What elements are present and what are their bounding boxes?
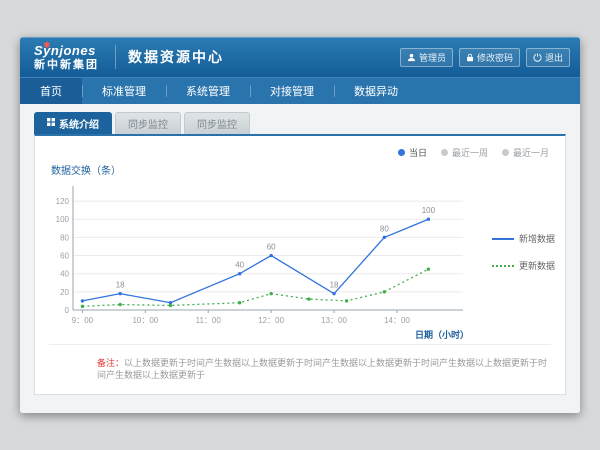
svg-text:60: 60 (60, 252, 69, 261)
range-label: 最近一月 (513, 146, 549, 159)
svg-text:60: 60 (267, 243, 276, 252)
legend-label: 新增数据 (519, 232, 555, 245)
svg-text:18: 18 (116, 281, 125, 290)
page-title: 数据资源中心 (128, 47, 224, 67)
svg-text:日期（小时）: 日期（小时） (415, 329, 469, 340)
svg-text:13：00: 13：00 (321, 316, 347, 325)
svg-text:80: 80 (380, 224, 389, 233)
app-header: ✱ Synjones 新中新集团 数据资源中心 管理员 修改密码 退出 (20, 37, 580, 77)
nav-item-system-mgmt[interactable]: 系统管理 (166, 78, 250, 104)
solid-line-icon (492, 238, 514, 240)
range-label: 最近一周 (452, 146, 488, 159)
y-axis-title: 数据交换（条） (51, 162, 121, 177)
admin-label: 管理员 (419, 51, 446, 64)
svg-text:80: 80 (60, 233, 69, 242)
series-legend: 新增数据 更新数据 (492, 232, 555, 272)
header-divider (115, 45, 116, 69)
change-password-label: 修改密码 (477, 51, 513, 64)
svg-text:20: 20 (60, 288, 69, 297)
note-label: 备注： (97, 358, 124, 368)
content-area: 系统介绍 同步监控 同步监控 当日 最近一周 (20, 104, 580, 413)
logout-button[interactable]: 退出 (526, 48, 570, 67)
range-option-last-month[interactable]: 最近一月 (502, 146, 549, 159)
logo-flower-icon: ✱ (43, 41, 51, 50)
tab-sync-monitor-2[interactable]: 同步监控 (184, 112, 250, 134)
admin-button[interactable]: 管理员 (400, 48, 453, 67)
dotted-line-icon (492, 265, 514, 267)
change-password-button[interactable]: 修改密码 (459, 48, 520, 67)
svg-text:18: 18 (330, 281, 339, 290)
legend-label: 更新数据 (519, 259, 555, 272)
svg-text:40: 40 (235, 261, 244, 270)
tab-sync-monitor-1[interactable]: 同步监控 (115, 112, 181, 134)
radio-dot-gray-icon (502, 149, 509, 156)
footnote: 备注：以上数据更新于时间产生数据以上数据更新于时间产生数据以上数据更新于时间产生… (49, 344, 551, 386)
tab-label: 系统介绍 (59, 116, 99, 131)
svg-text:14：00: 14：00 (384, 316, 410, 325)
desktop-background: ✱ Synjones 新中新集团 数据资源中心 管理员 修改密码 退出 (0, 0, 600, 450)
chart-panel: 当日 最近一周 最近一月 数据交换（条） 0 20 40 60 80 100 120 9：00… (34, 134, 566, 395)
range-legend: 当日 最近一周 最近一月 (398, 146, 549, 159)
svg-text:10：00: 10：00 (132, 316, 158, 325)
legend-new-data[interactable]: 新增数据 (492, 232, 555, 245)
app-window: ✱ Synjones 新中新集团 数据资源中心 管理员 修改密码 退出 (20, 37, 580, 413)
svg-text:120: 120 (56, 197, 70, 206)
radio-dot-gray-icon (441, 149, 448, 156)
svg-text:0: 0 (65, 306, 70, 315)
main-nav: 首页 标准管理 系统管理 对接管理 数据异动 (20, 77, 580, 104)
logo: ✱ Synjones 新中新集团 (30, 44, 103, 71)
range-option-last-week[interactable]: 最近一周 (441, 146, 488, 159)
range-option-today[interactable]: 当日 (398, 146, 427, 159)
lock-icon (466, 53, 474, 62)
header-actions: 管理员 修改密码 退出 (400, 48, 570, 67)
tab-label: 同步监控 (197, 116, 237, 131)
logout-icon (533, 53, 542, 62)
nav-item-home[interactable]: 首页 (20, 78, 82, 104)
svg-text:12：00: 12：00 (258, 316, 284, 325)
radio-dot-blue-icon (398, 149, 405, 156)
svg-text:9：00: 9：00 (72, 316, 94, 325)
svg-text:100: 100 (422, 206, 436, 215)
note-text: 以上数据更新于时间产生数据以上数据更新于时间产生数据以上数据更新于时间产生数据以… (97, 358, 547, 381)
legend-update-data[interactable]: 更新数据 (492, 259, 555, 272)
svg-text:40: 40 (60, 270, 69, 279)
line-chart: 0 20 40 60 80 100 120 9：00 10：00 11：00 12：00 13：00 1… (47, 180, 471, 344)
nav-item-standard-mgmt[interactable]: 标准管理 (82, 78, 166, 104)
svg-text:100: 100 (56, 215, 70, 224)
grid-icon (47, 118, 55, 129)
svg-text:11：00: 11：00 (196, 316, 222, 325)
range-label: 当日 (409, 146, 427, 159)
tab-system-intro[interactable]: 系统介绍 (34, 112, 112, 134)
user-icon (407, 53, 416, 62)
tab-label: 同步监控 (128, 116, 168, 131)
nav-item-data-changes[interactable]: 数据异动 (334, 78, 418, 104)
tab-bar: 系统介绍 同步监控 同步监控 (34, 112, 566, 134)
logo-cn-text: 新中新集团 (34, 60, 99, 71)
nav-item-connection-mgmt[interactable]: 对接管理 (250, 78, 334, 104)
logout-label: 退出 (545, 51, 563, 64)
